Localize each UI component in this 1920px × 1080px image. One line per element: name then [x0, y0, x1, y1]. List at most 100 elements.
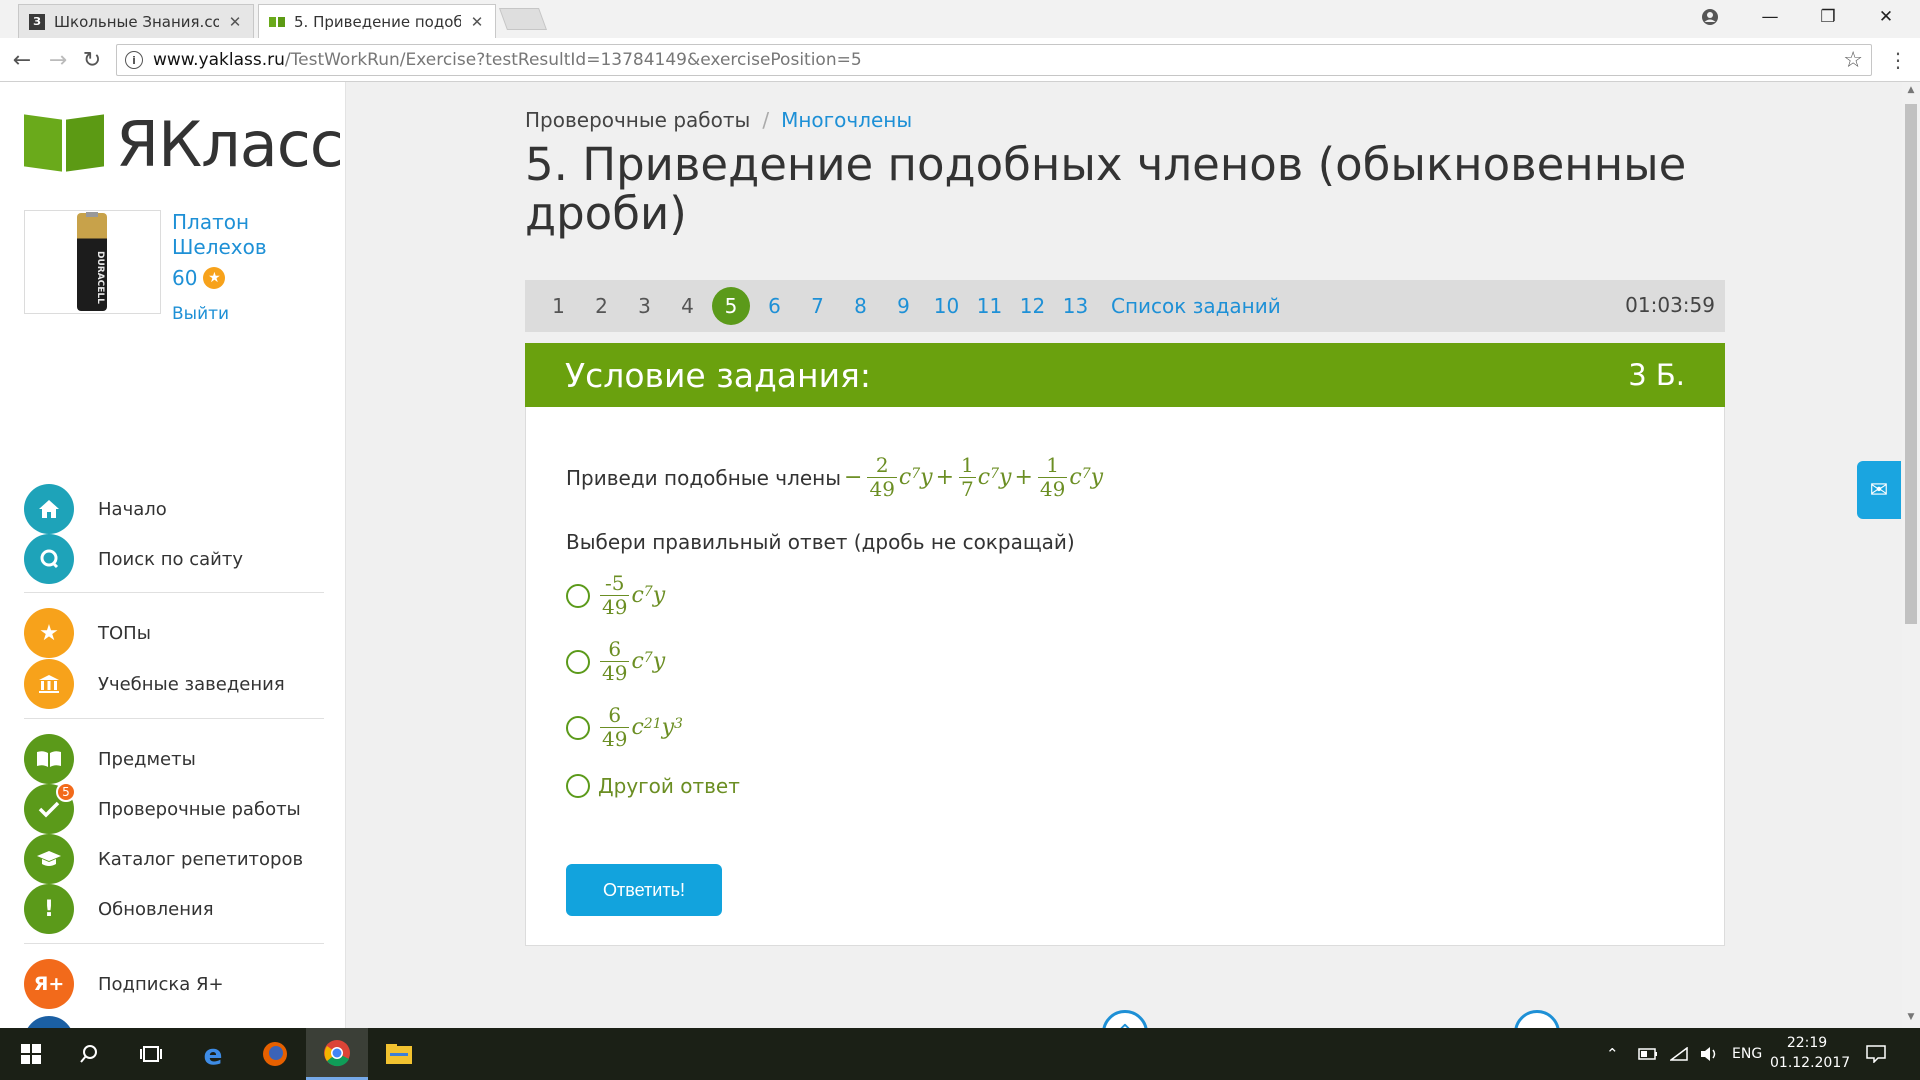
card-header-title: Условие задания:: [565, 355, 872, 395]
question-number[interactable]: 6: [753, 294, 796, 318]
browser-tab-znaniya[interactable]: З Школьные Знания.com ✕: [18, 4, 254, 38]
new-tab-button[interactable]: [498, 8, 548, 30]
firefox-icon[interactable]: [244, 1028, 306, 1080]
sidebar-item-tutors[interactable]: Каталог репетиторов: [24, 834, 324, 884]
question-number[interactable]: 12: [1011, 294, 1054, 318]
volume-icon[interactable]: [1700, 1028, 1718, 1080]
radio-button[interactable]: [566, 774, 590, 798]
sidebar-item-subscription[interactable]: Я+ Подписка Я+: [24, 959, 324, 1009]
current-question-number[interactable]: 5: [712, 287, 750, 325]
fraction: 1 49: [1037, 453, 1068, 501]
page-title: 5. Приведение подобных членов (обыкновен…: [525, 138, 1687, 240]
question-number[interactable]: 10: [925, 294, 968, 318]
info-icon[interactable]: i: [125, 51, 143, 69]
question-number[interactable]: 3: [623, 294, 666, 318]
scrollbar-thumb[interactable]: [1905, 104, 1917, 624]
fraction: 6 49: [600, 704, 630, 751]
wifi-icon[interactable]: [1670, 1028, 1688, 1080]
task-list-link[interactable]: Список заданий: [1111, 294, 1281, 318]
fraction-numerator: 1: [961, 453, 974, 477]
fraction-numerator: 1: [1046, 453, 1059, 477]
math-exponent: 7: [643, 583, 653, 600]
search-icon: [24, 534, 74, 584]
sidebar-item-more[interactable]: [24, 1016, 324, 1028]
question-number[interactable]: 9: [882, 294, 925, 318]
sidebar-item-updates[interactable]: ! Обновления: [24, 884, 324, 934]
forward-arrow-icon[interactable]: →: [44, 46, 72, 74]
math-operator: +: [935, 465, 955, 490]
logout-link[interactable]: Выйти: [172, 304, 229, 324]
windows-start-icon[interactable]: [0, 1028, 62, 1080]
show-hidden-icons[interactable]: ⌃: [1606, 1028, 1619, 1080]
radio-button[interactable]: [566, 583, 590, 608]
page-scrollbar[interactable]: ▲ ▼: [1902, 82, 1920, 1028]
breadcrumb-root[interactable]: Проверочные работы: [525, 108, 750, 132]
yaklass-logo[interactable]: ЯКласс: [24, 114, 344, 176]
avatar[interactable]: DURACELL: [24, 210, 161, 314]
language-indicator[interactable]: ENG: [1732, 1028, 1762, 1080]
radio-button[interactable]: [566, 649, 590, 674]
browser-toolbar: ← → ↻ i www.yaklass.ru/TestWorkRun/Exerc…: [0, 38, 1920, 82]
system-clock[interactable]: 22:19 01.12.2017: [1770, 1033, 1850, 1073]
book-icon: [24, 734, 74, 784]
sidebar-item-tests[interactable]: 5 Проверочные работы: [24, 782, 324, 834]
question-number[interactable]: 11: [968, 294, 1011, 318]
math-operator: +: [1014, 465, 1033, 490]
fraction: 17: [959, 454, 976, 501]
sidebar-item-search[interactable]: Поиск по сайту: [24, 534, 324, 584]
scroll-up-button[interactable]: ⌃: [1102, 1010, 1148, 1028]
close-tab-icon[interactable]: ✕: [227, 13, 243, 31]
profile-icon[interactable]: [1682, 0, 1738, 34]
address-bar[interactable]: i www.yaklass.ru/TestWorkRun/Exercise?te…: [116, 44, 1872, 76]
answer-option[interactable]: 6 49 c 21 y 3: [566, 704, 683, 751]
menu-dots-icon[interactable]: ⋮: [1884, 46, 1912, 74]
url-path: /TestWorkRun/Exercise?testResultId=13784…: [284, 50, 862, 70]
question-number[interactable]: 8: [839, 294, 882, 318]
answer-option-other[interactable]: Другой ответ: [566, 774, 740, 798]
sidebar-item-tops[interactable]: ★ ТОПы: [24, 608, 324, 658]
close-tab-icon[interactable]: ✕: [469, 13, 485, 31]
sidebar-item-subjects[interactable]: Предметы: [24, 734, 324, 784]
next-button[interactable]: ›: [1514, 1010, 1560, 1028]
question-number[interactable]: 7: [796, 294, 839, 318]
scroll-down-arrow-icon[interactable]: ▼: [1902, 1012, 1920, 1022]
task-view-icon[interactable]: [120, 1028, 182, 1080]
action-center-icon[interactable]: [1866, 1028, 1886, 1080]
question-number[interactable]: 2: [580, 294, 623, 318]
question-number[interactable]: 1: [537, 294, 580, 318]
search-icon[interactable]: [58, 1028, 120, 1080]
close-window-icon[interactable]: ✕: [1858, 0, 1914, 34]
sidebar-item-home[interactable]: Начало: [24, 484, 324, 534]
question-number[interactable]: 13: [1054, 294, 1097, 318]
answer-option[interactable]: 6 49 c7y: [566, 638, 665, 685]
math-variable: y: [661, 715, 675, 740]
restore-icon[interactable]: ❐: [1800, 0, 1856, 34]
option-expression: 6 49 c7y: [598, 638, 665, 685]
page-viewport: ЯКласс DURACELL Платон Шелехов 60 ★ Выйт…: [0, 82, 1920, 1028]
file-explorer-icon[interactable]: [368, 1028, 430, 1080]
battery-icon[interactable]: [1638, 1028, 1658, 1080]
minimize-icon[interactable]: —: [1742, 0, 1798, 34]
math-variable: y: [999, 465, 1012, 490]
browser-tab-yaklass[interactable]: 5. Приведение подобны ✕: [258, 4, 496, 38]
bookmark-star-icon[interactable]: ☆: [1843, 48, 1863, 73]
back-arrow-icon[interactable]: ←: [8, 46, 36, 74]
znaniya-favicon-icon: З: [29, 13, 45, 30]
breadcrumb-link[interactable]: Многочлены: [781, 108, 912, 132]
answer-option[interactable]: -5 49 c7y: [566, 572, 665, 619]
radio-button[interactable]: [566, 715, 590, 740]
feedback-mail-icon[interactable]: ✉: [1857, 461, 1901, 519]
sidebar-item-schools[interactable]: Учебные заведения: [24, 659, 324, 709]
chrome-icon[interactable]: [306, 1028, 368, 1080]
reload-icon[interactable]: ↻: [78, 46, 106, 74]
fraction-denominator: 49: [600, 727, 630, 751]
edge-icon[interactable]: e: [182, 1028, 244, 1080]
submit-answer-button[interactable]: Ответить!: [566, 864, 722, 916]
math-exponent: 7: [990, 465, 1000, 482]
yaklass-favicon-icon: [269, 14, 285, 30]
scroll-up-arrow-icon[interactable]: ▲: [1902, 85, 1920, 95]
home-icon: [24, 484, 74, 534]
question-number[interactable]: 4: [666, 294, 709, 318]
user-name-link[interactable]: Платон Шелехов: [172, 210, 312, 260]
option-expression: -5 49 c7y: [598, 572, 665, 619]
